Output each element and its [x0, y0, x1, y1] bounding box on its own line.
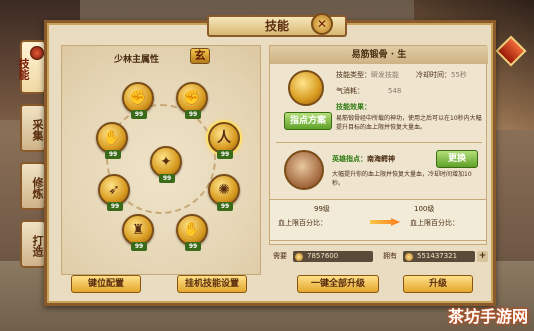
close-button[interactable]: ✕	[311, 13, 333, 35]
skill-level: 99	[217, 202, 233, 211]
level-compare: 99级 100级 血上限百分比： 血上限百分比：	[269, 199, 487, 241]
hero-label: 英雄指点：	[332, 155, 367, 163]
palm-icon: ✋	[103, 130, 121, 146]
selected-skill-icon	[288, 70, 324, 106]
skill-level: 99	[159, 174, 175, 183]
skill-level: 99	[185, 110, 201, 119]
hero-text: 大幅提升你的血上限并恢复大量血，冷却时间增加10秒。	[332, 171, 472, 187]
upgrade-button[interactable]: 升级	[403, 275, 473, 293]
skill-tree: 少林主属性 玄 ✊ 99 ✊ 99 ✋ 99 人 99 ✦ 99 ➶ 99 ✺ …	[61, 45, 261, 275]
tab-gathering[interactable]: 采集	[20, 104, 46, 152]
coin-icon	[405, 253, 413, 261]
tab-label: 打造	[31, 235, 44, 257]
tab-ornament-icon	[30, 46, 44, 60]
replace-hero-button[interactable]: 更换	[436, 150, 478, 168]
hero-name: 南海鳄神	[367, 155, 395, 163]
tree-title: 少林主属性	[114, 55, 160, 65]
tab-skills[interactable]: 技能	[17, 40, 46, 94]
skill-level: 99	[217, 150, 233, 159]
school-emblem-icon: 玄	[190, 48, 210, 64]
upgrade-all-button[interactable]: 一键全部升级	[297, 275, 379, 293]
plan-button[interactable]: 指点方案	[284, 112, 332, 130]
skills-panel: 技能 ✕ 少林主属性 玄 ✊ 99 ✊ 99 ✋ 99 人 99 ✦ 99 ➶ …	[44, 13, 496, 306]
skill-slot-body-selected[interactable]: 人 99	[208, 122, 240, 159]
body-icon: 人	[217, 130, 231, 146]
have-amount: 551437321	[403, 251, 475, 262]
skill-slot-dash[interactable]: ➶ 99	[98, 174, 130, 211]
qi-value: 548	[388, 87, 402, 95]
whirl-icon: ✺	[218, 182, 230, 198]
side-tabs: 技能 采集 修炼 打造	[17, 40, 46, 278]
have-value: 551437321	[417, 252, 458, 260]
next-stat-label: 血上限百分比：	[410, 219, 459, 227]
add-currency-button[interactable]: +	[477, 251, 488, 262]
skill-level: 99	[105, 150, 121, 159]
hero-portrait	[284, 150, 324, 190]
tab-label: 技能	[17, 58, 30, 80]
effect-header: 技能效果：	[336, 103, 371, 111]
have-label: 拥有	[383, 252, 397, 260]
need-label: 需要	[273, 252, 287, 260]
skill-slot-focus[interactable]: ✦ 99	[150, 146, 182, 183]
focus-icon: ✦	[160, 154, 172, 170]
hero-row: 英雄指点：南海鳄神	[332, 154, 395, 165]
cooldown-value: 55秒	[451, 71, 467, 79]
site-watermark: 茶坊手游网	[447, 307, 528, 326]
skill-slot-whirl[interactable]: ✺ 99	[208, 174, 240, 211]
cooldown-row: 冷却时间：55秒	[416, 70, 467, 81]
tab-label: 采集	[31, 119, 44, 141]
skill-level: 99	[131, 110, 147, 119]
tab-crafting[interactable]: 打造	[20, 220, 46, 268]
coin-icon	[295, 253, 303, 261]
heavy-fist-icon: ✊	[183, 90, 201, 106]
effect-text: 易筋锻骨经中所载的神功，使用之后可以在10秒内大幅提升目标的血上限并恢复大量血。	[336, 115, 482, 131]
skill-slot-stance[interactable]: ♜ 99	[122, 214, 154, 251]
next-level: 100级	[414, 205, 435, 213]
skill-slot-claw[interactable]: ✋ 99	[176, 214, 208, 251]
skill-slot-heavy-fist[interactable]: ✊ 99	[176, 82, 208, 119]
skill-level: 99	[107, 202, 123, 211]
current-level: 99级	[314, 205, 330, 213]
need-cost: 7857600	[293, 251, 373, 262]
skill-title: 易筋锻骨 · 生	[270, 46, 488, 64]
qi-label: 气消耗：	[336, 87, 364, 95]
upgrade-arrow-icon	[370, 218, 400, 226]
tab-label: 修炼	[31, 177, 44, 199]
current-stat-label: 血上限百分比：	[278, 219, 327, 227]
skill-level: 99	[185, 242, 201, 251]
dash-icon: ➶	[108, 182, 120, 198]
skill-level: 99	[131, 242, 147, 251]
stance-icon: ♜	[131, 222, 145, 238]
cooldown-label: 冷却时间：	[416, 71, 451, 79]
need-value: 7857600	[307, 252, 339, 260]
divider	[276, 142, 482, 143]
skill-type-label: 技能类型：	[336, 71, 371, 79]
skill-slot-fist[interactable]: ✊ 99	[122, 82, 154, 119]
skill-type-value: 瞬发技能	[371, 71, 399, 79]
skill-slot-palm[interactable]: ✋ 99	[96, 122, 128, 159]
claw-icon: ✋	[183, 222, 201, 238]
tab-cultivation[interactable]: 修炼	[20, 162, 46, 210]
keybind-config-button[interactable]: 键位配置	[71, 275, 141, 293]
skill-type-row: 技能类型：瞬发技能	[336, 70, 399, 81]
auto-skill-settings-button[interactable]: 挂机技能设置	[177, 275, 247, 293]
fist-icon: ✊	[129, 90, 147, 106]
qi-row: 气消耗： 548	[336, 86, 401, 97]
